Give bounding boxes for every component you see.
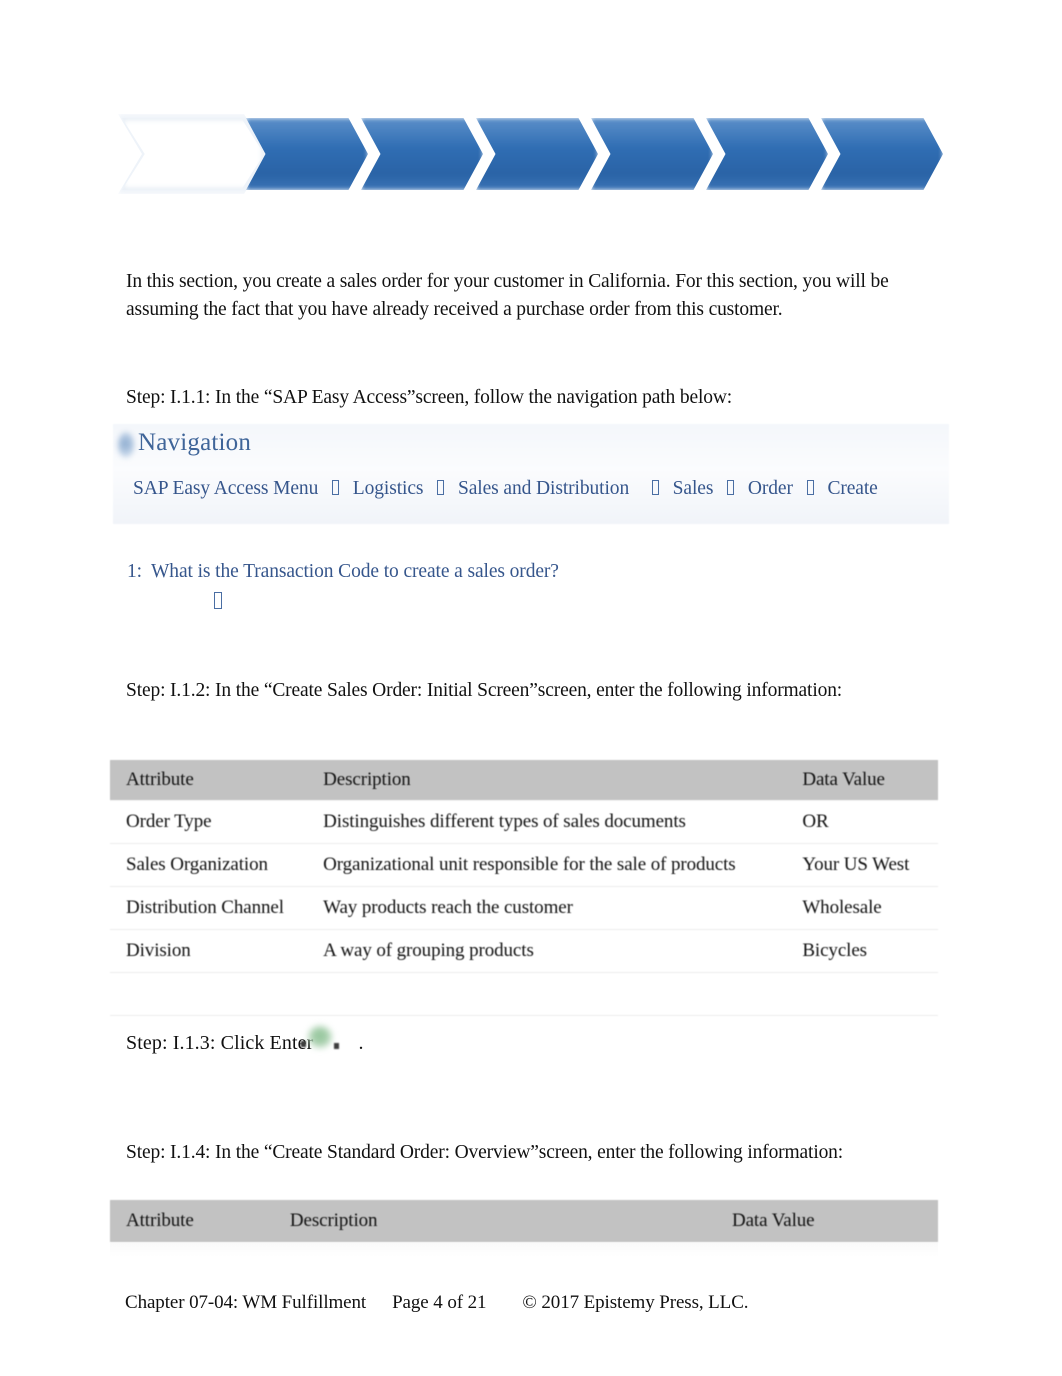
- nav-path-item-sales-and-distribution[interactable]: Sales and Distribution: [458, 478, 629, 499]
- process-chevron-banner: [118, 110, 943, 205]
- nav-path-item-order[interactable]: Order: [748, 478, 793, 499]
- nav-path-item-logistics[interactable]: Logistics: [353, 478, 424, 499]
- table-header-data-value: Data Value: [790, 760, 938, 801]
- cell-data-value: OR: [790, 800, 938, 844]
- table-overview-fade: [110, 1243, 938, 1257]
- step-1-1-3-suffix: .: [358, 1032, 364, 1054]
- table-header-data-value: Data Value: [719, 1200, 938, 1242]
- table-row: Distribution Channel Way products reach …: [110, 886, 938, 930]
- table-overview: Attribute Description Data Value: [110, 1200, 938, 1242]
- table-row-spacer: [110, 972, 938, 1016]
- intro-paragraph: In this section, you create a sales orde…: [126, 271, 889, 320]
- footer-chapter: Chapter 07-04: WM Fulfillment: [125, 1292, 367, 1313]
- nav-path-item-sap-easy-access-menu[interactable]: SAP Easy Access Menu: [133, 478, 318, 499]
- footer-copyright: © 2017 Epistemy Press, LLC.: [522, 1292, 749, 1313]
- step-1-1-4-text: Step: I.1.4: In the “Create Standard Ord…: [126, 1142, 844, 1163]
- nav-path-item-create[interactable]: Create: [827, 478, 877, 499]
- page-footer: Chapter 07-04: WM Fulfillment Page 4 of 2…: [125, 1292, 749, 1314]
- navigation-path: SAP Easy Access Menu Logistics Sales and…: [133, 478, 878, 500]
- table-header-description: Description: [311, 760, 791, 801]
- cell-data-value: Your US West: [790, 843, 938, 887]
- chevron-step-3: [361, 118, 483, 190]
- chevron-step-5: [591, 118, 713, 190]
- cell-attribute: Order Type: [110, 800, 312, 844]
- sap-enter-green-check-icon[interactable]: [308, 1026, 332, 1048]
- table-header-row: Attribute Description Data Value: [110, 1200, 938, 1242]
- enter-icon-right-speck: [334, 1043, 339, 1049]
- navigation-bullet-icon: [118, 432, 134, 458]
- cell-attribute: Division: [110, 929, 312, 973]
- table-header-description: Description: [277, 1200, 720, 1242]
- step-1-1-2-text: Step: I.1.2: In the “Create Sales Order:…: [126, 680, 843, 701]
- cell-description: Organizational unit responsible for the …: [311, 843, 791, 887]
- nav-path-item-sales[interactable]: Sales: [673, 478, 714, 499]
- nav-separator-icon-5: [806, 480, 814, 495]
- cell-description: A way of grouping products: [311, 929, 791, 973]
- nav-separator-icon-1: [332, 480, 340, 495]
- nav-separator-icon-3: [651, 480, 659, 495]
- table-header-row: Attribute Description Data Value: [110, 760, 938, 801]
- cell-data-value: Bicycles: [790, 929, 938, 973]
- step-1-1-3-prefix: Step: I.1.3: Click Enter: [126, 1032, 314, 1054]
- table-row: Division A way of grouping products Bicy…: [110, 929, 938, 973]
- table-header-attribute: Attribute: [110, 760, 312, 801]
- answer-placeholder-icon: [214, 592, 222, 609]
- table-row: Order Type Distinguishes different types…: [110, 800, 938, 844]
- table-row: Sales Organization Organizational unit r…: [110, 843, 938, 887]
- cell-description: Distinguishes different types of sales d…: [311, 800, 791, 844]
- enter-icon-left-speck: [301, 1041, 306, 1047]
- footer-page-number: Page 4 of 21: [392, 1292, 487, 1313]
- chevron-step-7: [821, 118, 943, 190]
- question-1-text: What is the Transaction Code to create a…: [151, 561, 559, 582]
- chevron-step-4: [476, 118, 598, 190]
- cell-attribute: Sales Organization: [110, 843, 312, 887]
- cell-attribute: Distribution Channel: [110, 886, 312, 930]
- table-header-attribute: Attribute: [110, 1200, 278, 1242]
- cell-data-value: Wholesale: [790, 886, 938, 930]
- table-initial-screen: Attribute Description Data Value Order T…: [110, 760, 938, 1016]
- nav-separator-icon-2: [437, 480, 445, 495]
- navigation-title: Navigation: [138, 429, 252, 456]
- nav-separator-icon-4: [727, 480, 735, 495]
- question-1: 1: What is the Transaction Code to create…: [127, 561, 559, 583]
- question-1-answer-field[interactable]: [212, 592, 224, 613]
- chevron-step-6: [706, 118, 828, 190]
- step-1-1-1-text: Step: I.1.1: In the “SAP Easy Access”scr…: [126, 387, 733, 408]
- cell-description: Way products reach the customer: [311, 886, 791, 930]
- question-1-number: 1:: [127, 561, 142, 582]
